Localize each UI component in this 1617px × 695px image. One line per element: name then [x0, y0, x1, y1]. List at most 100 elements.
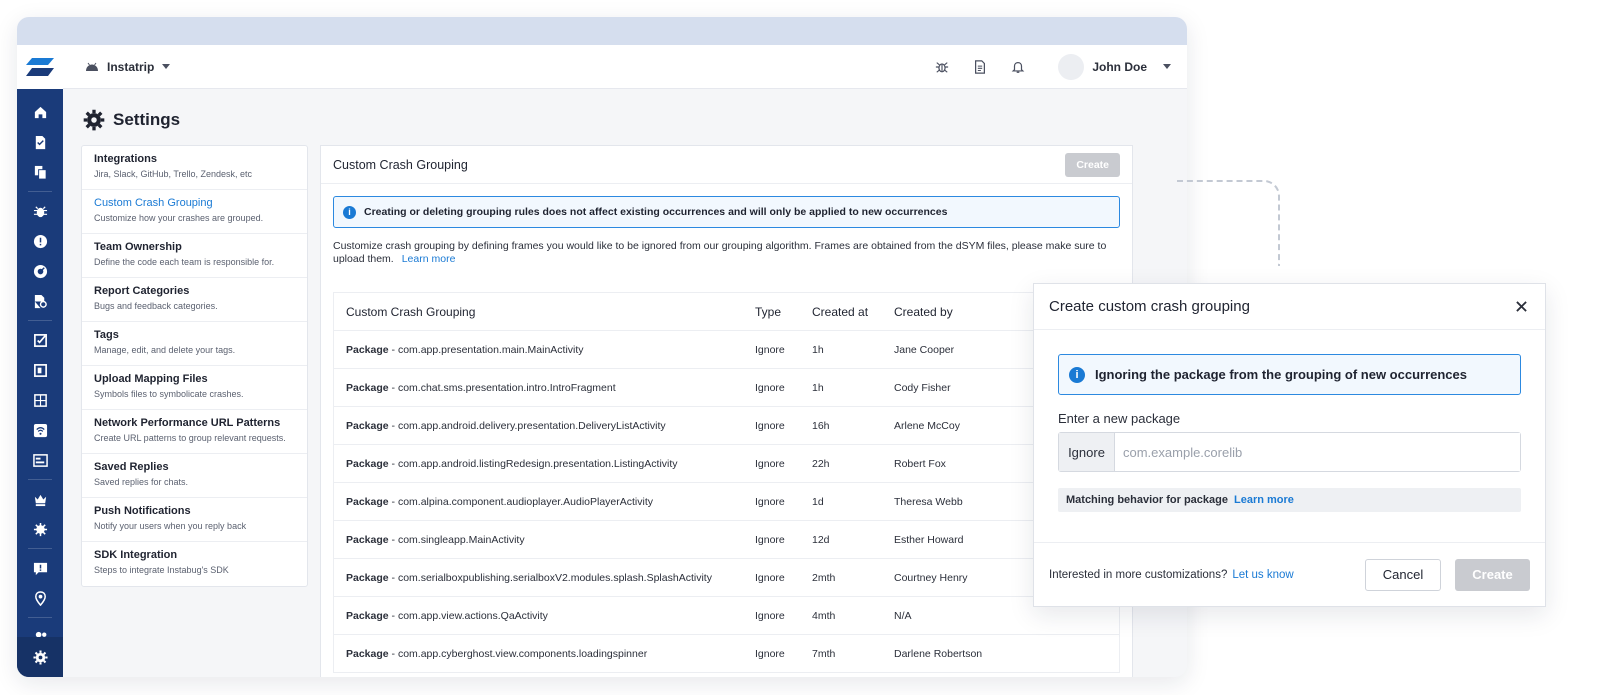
- modal-header: Create custom crash grouping: [1034, 284, 1545, 330]
- settings-nav-team-ownership[interactable]: Team Ownership Define the code each team …: [82, 234, 307, 278]
- table-row[interactable]: Package - com.app.view.actions.QaActivit…: [334, 597, 1119, 635]
- column-header[interactable]: Custom Crash Grouping: [334, 305, 755, 319]
- wifi-icon[interactable]: [17, 415, 63, 445]
- nav-item-title: Push Notifications: [94, 505, 191, 517]
- search-file-icon[interactable]: [17, 286, 63, 316]
- crown-icon[interactable]: [17, 484, 63, 514]
- row-package: - com.singleapp.MainActivity: [388, 533, 525, 546]
- info-alert: i Creating or deleting grouping rules do…: [333, 196, 1120, 228]
- settings-nav-saved-replies[interactable]: Saved Replies Saved replies for chats.: [82, 454, 307, 498]
- nav-item-title: SDK Integration: [94, 549, 178, 561]
- settings-nav-integrations[interactable]: Integrations Jira, Slack, GitHub, Trello,…: [82, 146, 307, 190]
- row-type: Ignore: [755, 571, 785, 584]
- chevron-down-icon: [162, 64, 171, 69]
- docs-icon[interactable]: [972, 59, 988, 75]
- panel-header: Custom Crash Grouping Create: [321, 146, 1132, 184]
- info-icon: i: [343, 205, 356, 219]
- grid-icon[interactable]: [17, 385, 63, 415]
- instabug-logo[interactable]: [17, 45, 63, 89]
- app-switcher[interactable]: Instatrip: [85, 59, 171, 74]
- cancel-button[interactable]: Cancel: [1365, 558, 1441, 591]
- row-kind: Package: [346, 381, 389, 394]
- copy-icon[interactable]: [17, 157, 63, 187]
- rail-divider: [28, 548, 52, 549]
- home-icon[interactable]: [17, 97, 63, 127]
- alert-icon[interactable]: [17, 226, 63, 256]
- learn-more-link[interactable]: Learn more: [402, 253, 456, 265]
- close-icon[interactable]: [1512, 298, 1530, 316]
- rail-divider: [28, 320, 52, 321]
- settings-sun-icon[interactable]: [17, 514, 63, 544]
- ignore-prefix: Ignore: [1059, 433, 1115, 471]
- crash-grouping-panel: Custom Crash Grouping Create i Creating …: [320, 145, 1133, 677]
- create-rule-button[interactable]: Create: [1065, 152, 1120, 177]
- row-kind: Package: [346, 419, 389, 432]
- footer-text: Interested in more customizations?: [1049, 568, 1228, 581]
- rail-divider: [28, 479, 52, 480]
- table-row[interactable]: Package - com.app.presentation.main.Main…: [334, 331, 1119, 369]
- package-field-label: Enter a new package: [1058, 411, 1181, 426]
- table-row[interactable]: Package - com.singleapp.MainActivity Igno…: [334, 521, 1119, 559]
- table-row[interactable]: Package - com.app.cyberghost.view.compon…: [334, 635, 1119, 673]
- nav-item-desc: Saved replies for chats.: [94, 477, 189, 487]
- top-bar: Instatrip John Doe: [63, 45, 1187, 89]
- package-input-group: Ignore: [1058, 432, 1521, 472]
- nav-item-desc: Notify your users when you reply back: [94, 521, 247, 531]
- row-kind: Package: [346, 609, 389, 622]
- row-type: Ignore: [755, 343, 785, 356]
- create-button[interactable]: Create: [1455, 558, 1530, 591]
- settings-nav-push-notifications[interactable]: Push Notifications Notify your users when…: [82, 498, 307, 542]
- nav-item-title: Integrations: [94, 153, 157, 165]
- modal-info-alert: i Ignoring the package from the grouping…: [1058, 354, 1521, 395]
- panel-title: Custom Crash Grouping: [333, 157, 468, 172]
- column-header[interactable]: Created at: [812, 305, 894, 319]
- settings-nav-upload-mapping-files[interactable]: Upload Mapping Files Symbols files to sym…: [82, 366, 307, 410]
- table-row[interactable]: Package - com.app.android.delivery.prese…: [334, 407, 1119, 445]
- document-icon[interactable]: [17, 127, 63, 157]
- column-header[interactable]: Type: [755, 305, 812, 319]
- row-created-by: Darlene Robertson: [894, 647, 983, 660]
- nav-item-title: Saved Replies: [94, 461, 169, 473]
- gauge-icon[interactable]: [17, 256, 63, 286]
- package-input[interactable]: [1115, 433, 1520, 471]
- user-menu[interactable]: John Doe: [1058, 53, 1171, 80]
- layout-icon[interactable]: [17, 355, 63, 385]
- rail-divider: [28, 191, 52, 192]
- card-icon[interactable]: [17, 445, 63, 475]
- row-package: - com.alpina.component.audioplayer.Audio…: [388, 495, 654, 508]
- rail-divider: [28, 617, 52, 618]
- row-created-at: 1h: [812, 343, 824, 356]
- table-row[interactable]: Package - com.serialboxpublishing.serial…: [334, 559, 1119, 597]
- location-icon[interactable]: [17, 583, 63, 613]
- row-package: - com.app.android.listingRedesign.presen…: [388, 457, 678, 470]
- row-package: - com.app.cyberghost.view.components.loa…: [388, 647, 648, 660]
- settings-nav-report-categories[interactable]: Report Categories Bugs and feedback categ…: [82, 278, 307, 322]
- settings-nav-tags[interactable]: Tags Manage, edit, and delete your tags.: [82, 322, 307, 366]
- row-created-at: 7mth: [812, 647, 836, 660]
- settings-nav: Integrations Jira, Slack, GitHub, Trello,…: [81, 145, 308, 587]
- row-type: Ignore: [755, 609, 785, 622]
- app-name: Instatrip: [107, 59, 155, 74]
- row-type: Ignore: [755, 419, 785, 432]
- nav-item-title: Custom Crash Grouping: [94, 197, 213, 209]
- bug-report-icon[interactable]: [934, 59, 950, 75]
- let-us-know-link[interactable]: Let us know: [1232, 569, 1293, 581]
- gear-icon: [83, 109, 105, 131]
- bell-icon[interactable]: [1010, 59, 1026, 75]
- table-row[interactable]: Package - com.chat.sms.presentation.intr…: [334, 369, 1119, 407]
- nav-item-desc: Jira, Slack, GitHub, Trello, Zendesk, et…: [94, 169, 253, 179]
- table-row[interactable]: Package - com.app.android.listingRedesig…: [334, 445, 1119, 483]
- settings-nav-sdk-integration[interactable]: SDK Integration Steps to integrate Instab…: [82, 542, 307, 586]
- nav-item-title: Network Performance URL Patterns: [94, 417, 281, 429]
- settings-gear-icon[interactable]: [17, 637, 63, 677]
- settings-nav-network-url-patterns[interactable]: Network Performance URL Patterns Create U…: [82, 410, 307, 454]
- row-kind: Package: [346, 343, 389, 356]
- row-package: - com.app.presentation.main.MainActivity: [388, 343, 584, 356]
- bug-icon[interactable]: [17, 196, 63, 226]
- modal-title: Create custom crash grouping: [1049, 298, 1250, 315]
- settings-nav-custom-crash-grouping[interactable]: Custom Crash Grouping Customize how your …: [82, 190, 307, 234]
- check-square-icon[interactable]: [17, 325, 63, 355]
- matching-learn-more-link[interactable]: Learn more: [1234, 494, 1294, 506]
- table-row[interactable]: Package - com.alpina.component.audioplay…: [334, 483, 1119, 521]
- chat-icon[interactable]: [17, 553, 63, 583]
